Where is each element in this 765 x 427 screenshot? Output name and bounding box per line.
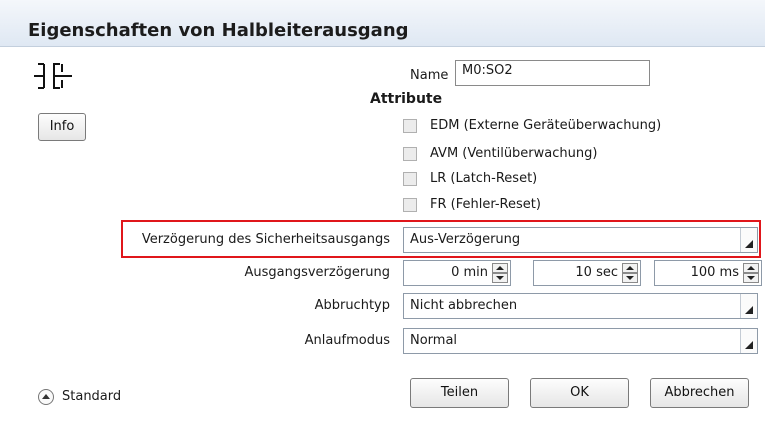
standard-toggle-label[interactable]: Standard xyxy=(62,389,121,404)
properties-dialog: Eigenschaften von Halbleiterausgang Info… xyxy=(0,0,765,427)
chevron-down-icon[interactable] xyxy=(740,228,757,252)
lr-checkbox[interactable] xyxy=(403,172,417,186)
edm-checkbox[interactable] xyxy=(403,119,417,133)
seconds-value: 10 sec xyxy=(575,265,618,280)
dialog-title: Eigenschaften von Halbleiterausgang xyxy=(28,20,409,41)
output-delay-seconds-stepper[interactable]: 10 sec xyxy=(533,260,641,286)
abort-type-label: Abbruchtyp xyxy=(314,298,390,313)
name-label: Name xyxy=(410,68,449,83)
startup-mode-label: Anlaufmodus xyxy=(304,333,390,348)
chevron-up-circle-icon[interactable] xyxy=(38,389,54,405)
chevron-down-icon[interactable] xyxy=(740,329,757,353)
milliseconds-spin-buttons xyxy=(743,263,759,283)
safety-delay-value: Aus-Verzögerung xyxy=(410,232,521,247)
cancel-button-label: Abbrechen xyxy=(664,385,735,400)
spin-up-icon[interactable] xyxy=(492,263,508,273)
name-input[interactable]: M0:SO2 xyxy=(455,60,650,86)
fr-checkbox[interactable] xyxy=(403,198,417,212)
abort-type-select[interactable]: Nicht abbrechen xyxy=(403,293,758,319)
ok-button[interactable]: OK xyxy=(530,378,629,408)
cancel-button[interactable]: Abbrechen xyxy=(650,378,749,408)
spin-down-icon[interactable] xyxy=(492,273,508,283)
ok-button-label: OK xyxy=(570,385,589,400)
info-button[interactable]: Info xyxy=(38,113,86,141)
seconds-spin-buttons xyxy=(622,263,638,283)
edm-checkbox-label: EDM (Externe Geräteüberwachung) xyxy=(430,118,662,133)
semiconductor-output-symbol-icon xyxy=(34,63,72,89)
startup-mode-value: Normal xyxy=(410,333,458,348)
output-delay-minutes-stepper[interactable]: 0 min xyxy=(403,260,511,286)
output-delay-milliseconds-stepper[interactable]: 100 ms xyxy=(654,260,762,286)
lr-checkbox-label: LR (Latch-Reset) xyxy=(430,171,538,186)
avm-checkbox-label: AVM (Ventilüberwachung) xyxy=(430,146,598,161)
spin-up-icon[interactable] xyxy=(743,263,759,273)
share-button[interactable]: Teilen xyxy=(410,378,509,408)
milliseconds-value: 100 ms xyxy=(690,265,739,280)
avm-checkbox[interactable] xyxy=(403,147,417,161)
fr-checkbox-label: FR (Fehler-Reset) xyxy=(430,197,541,212)
safety-delay-label: Verzögerung des Sicherheitsausgangs xyxy=(141,232,390,247)
minutes-spin-buttons xyxy=(492,263,508,283)
output-delay-label: Ausgangsverzögerung xyxy=(244,265,390,280)
chevron-down-icon[interactable] xyxy=(740,294,757,318)
info-button-label: Info xyxy=(49,119,75,134)
minutes-value: 0 min xyxy=(451,265,488,280)
spin-down-icon[interactable] xyxy=(743,273,759,283)
spin-up-icon[interactable] xyxy=(622,263,638,273)
attributes-heading: Attribute xyxy=(370,91,443,107)
abort-type-value: Nicht abbrechen xyxy=(410,298,518,313)
title-bar: Eigenschaften von Halbleiterausgang xyxy=(0,0,765,47)
spin-down-icon[interactable] xyxy=(622,273,638,283)
share-button-label: Teilen xyxy=(440,385,479,400)
startup-mode-select[interactable]: Normal xyxy=(403,328,758,354)
safety-delay-select[interactable]: Aus-Verzögerung xyxy=(403,227,758,253)
